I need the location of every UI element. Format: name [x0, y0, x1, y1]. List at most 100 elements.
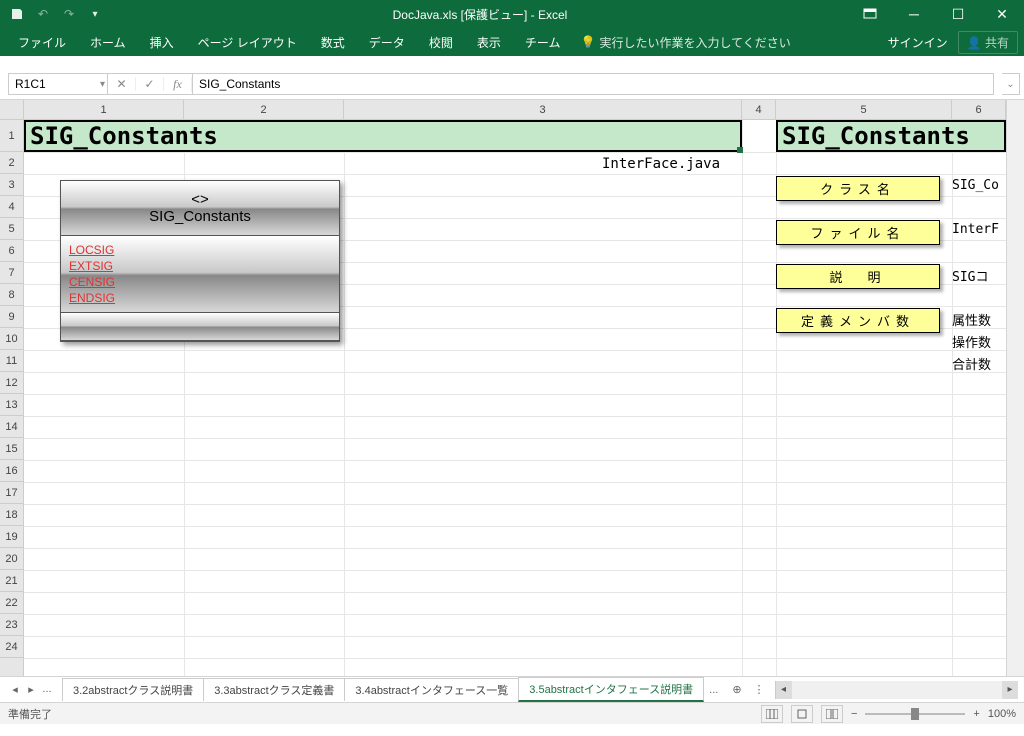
hscroll-left-icon[interactable]: ◂ — [776, 681, 792, 699]
uml-member-link[interactable]: LOCSIG — [69, 242, 331, 258]
close-button[interactable]: ✕ — [980, 0, 1024, 28]
save-icon[interactable] — [8, 5, 26, 23]
tab-team[interactable]: チーム — [513, 28, 573, 56]
share-button[interactable]: 👤 共有 — [958, 31, 1018, 54]
col-header[interactable]: 5 — [776, 100, 952, 119]
row-header[interactable]: 8 — [0, 284, 23, 306]
share-label: 共有 — [985, 36, 1009, 50]
row-header[interactable]: 20 — [0, 548, 23, 570]
row-header[interactable]: 4 — [0, 196, 23, 218]
signin-link[interactable]: サインイン — [888, 34, 948, 51]
row-header[interactable]: 7 — [0, 262, 23, 284]
row-header[interactable]: 21 — [0, 570, 23, 592]
row-header[interactable]: 13 — [0, 394, 23, 416]
row-header[interactable]: 15 — [0, 438, 23, 460]
col-header[interactable]: 6 — [952, 100, 1006, 119]
vertical-scrollbar[interactable] — [1006, 100, 1024, 676]
row-header[interactable]: 1 — [0, 120, 23, 152]
col-header[interactable]: 3 — [344, 100, 742, 119]
hscroll-right-icon[interactable]: ▸ — [1002, 681, 1018, 699]
name-box[interactable]: R1C1 ▾ — [8, 73, 108, 95]
tab-first-icon[interactable]: ◂ — [8, 683, 22, 696]
tab-overflow-icon[interactable]: ... — [703, 684, 724, 696]
maximize-button[interactable]: ☐ — [936, 0, 980, 28]
add-sheet-icon[interactable]: ⊕ — [724, 683, 749, 696]
tab-data[interactable]: データ — [357, 28, 417, 56]
tab-view[interactable]: 表示 — [465, 28, 513, 56]
row-header[interactable]: 24 — [0, 636, 23, 658]
tab-more-icon[interactable]: ... — [40, 683, 54, 696]
uml-interface-box[interactable]: <>SIG_ConstantsLOCSIGEXTSIGCENSIGENDSIG — [60, 180, 340, 342]
col-header[interactable]: 2 — [184, 100, 344, 119]
tab-page-layout[interactable]: ページ レイアウト — [186, 28, 309, 56]
row-header[interactable]: 23 — [0, 614, 23, 636]
tell-me-label: 実行したい作業を入力してください — [599, 34, 790, 51]
row-header[interactable]: 14 — [0, 416, 23, 438]
sheet-tab-2[interactable]: 3.4abstractインタフェース一覧 — [344, 678, 519, 701]
row-header[interactable]: 16 — [0, 460, 23, 482]
tab-formulas[interactable]: 数式 — [309, 28, 357, 56]
select-all-corner[interactable] — [0, 100, 24, 120]
row-header[interactable]: 3 — [0, 174, 23, 196]
uml-member-link[interactable]: ENDSIG — [69, 290, 331, 306]
sheet-tab-1[interactable]: 3.3abstractクラス定義書 — [203, 678, 345, 701]
tab-home[interactable]: ホーム — [78, 28, 138, 56]
cancel-icon[interactable]: ✕ — [108, 77, 136, 91]
undo-icon[interactable]: ↶ — [34, 5, 52, 23]
redo-icon[interactable]: ↷ — [60, 5, 78, 23]
enter-icon[interactable]: ✓ — [136, 77, 164, 91]
row-header[interactable]: 10 — [0, 328, 23, 350]
minimize-button[interactable]: ─ — [892, 0, 936, 28]
tab-splitter[interactable]: ⋮ — [750, 683, 769, 696]
tab-insert[interactable]: 挿入 — [138, 28, 186, 56]
tell-me-box[interactable]: 💡 実行したい作業を入力してください — [580, 34, 790, 51]
row-header[interactable]: 18 — [0, 504, 23, 526]
row-header[interactable]: 17 — [0, 482, 23, 504]
qat-dropdown-icon[interactable]: ▾ — [86, 5, 104, 23]
tab-next-icon[interactable]: ▸ — [24, 683, 38, 696]
zoom-value[interactable]: 100% — [988, 708, 1016, 720]
view-normal-icon[interactable] — [761, 705, 783, 723]
row-header[interactable]: 11 — [0, 350, 23, 372]
row-header[interactable]: 5 — [0, 218, 23, 240]
zoom-out-icon[interactable]: − — [851, 708, 857, 720]
uml-header: <>SIG_Constants — [61, 181, 339, 236]
label-classname: クラス名 — [776, 176, 940, 201]
fx-icon[interactable]: fx — [164, 77, 192, 92]
col-header[interactable]: 4 — [742, 100, 776, 119]
uml-members: LOCSIGEXTSIGCENSIGENDSIG — [61, 236, 339, 313]
row-header[interactable]: 6 — [0, 240, 23, 262]
title-cell-main[interactable]: SIG_Constants — [24, 120, 742, 152]
uml-member-link[interactable]: CENSIG — [69, 274, 331, 290]
row-header[interactable]: 2 — [0, 152, 23, 174]
formula-value: SIG_Constants — [199, 77, 280, 91]
sheet-tab-0[interactable]: 3.2abstractクラス説明書 — [62, 678, 204, 701]
column-headers[interactable]: 123456 — [24, 100, 1006, 120]
zoom-slider[interactable] — [865, 713, 965, 715]
view-page-layout-icon[interactable] — [791, 705, 813, 723]
cells-area[interactable]: SIG_Constants SIG_Constants InterFace.java… — [24, 120, 1006, 676]
row-headers[interactable]: 123456789101112131415161718192021222324 — [0, 120, 24, 676]
horizontal-scrollbar[interactable]: ◂ ▸ — [775, 681, 1018, 699]
label-filename: ファイル名 — [776, 220, 940, 245]
view-page-break-icon[interactable] — [821, 705, 843, 723]
row-header[interactable]: 19 — [0, 526, 23, 548]
chevron-down-icon[interactable]: ▾ — [100, 79, 105, 90]
row-header[interactable]: 9 — [0, 306, 23, 328]
worksheet-grid[interactable]: 123456 123456789101112131415161718192021… — [0, 100, 1024, 676]
tab-file[interactable]: ファイル — [6, 28, 78, 56]
name-box-value: R1C1 — [15, 77, 46, 91]
right-value: 操作数 — [952, 332, 991, 351]
row-header[interactable]: 12 — [0, 372, 23, 394]
col-header[interactable]: 1 — [24, 100, 184, 119]
title-cell-side[interactable]: SIG_Constants — [776, 120, 1006, 152]
expand-formula-icon[interactable]: ⌄ — [1002, 73, 1020, 95]
subtitle-text: InterFace.java — [602, 156, 720, 172]
sheet-tab-3[interactable]: 3.5abstractインタフェース説明書 — [518, 677, 704, 702]
row-header[interactable]: 22 — [0, 592, 23, 614]
uml-member-link[interactable]: EXTSIG — [69, 258, 331, 274]
ribbon-options-icon[interactable] — [848, 0, 892, 28]
zoom-in-icon[interactable]: + — [973, 708, 979, 720]
formula-input[interactable]: SIG_Constants — [193, 73, 994, 95]
tab-review[interactable]: 校閲 — [417, 28, 465, 56]
